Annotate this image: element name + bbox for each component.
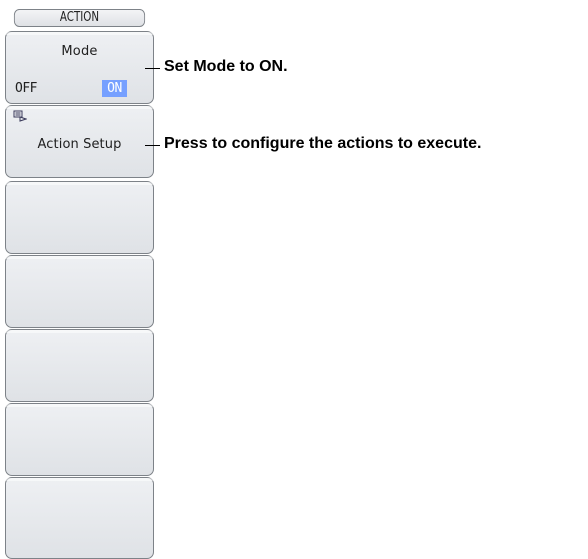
menu-title: ACTION bbox=[13, 9, 146, 27]
empty-softkey-4[interactable] bbox=[5, 403, 154, 476]
empty-softkey-5[interactable] bbox=[5, 477, 154, 559]
empty-softkey-2[interactable] bbox=[5, 255, 154, 328]
action-setup-softkey[interactable]: Action Setup bbox=[5, 105, 154, 178]
empty-softkey-1[interactable] bbox=[5, 181, 154, 254]
submenu-icon bbox=[13, 110, 27, 122]
mode-annotation: Set Mode to ON. bbox=[164, 58, 288, 75]
mode-label: Mode bbox=[61, 44, 98, 59]
mode-option-on-selected: ON bbox=[102, 80, 127, 97]
mode-softkey[interactable]: Mode OFF ON bbox=[5, 31, 154, 104]
action-setup-leader-line bbox=[145, 145, 160, 146]
empty-softkey-3[interactable] bbox=[5, 329, 154, 402]
action-setup-label: Action Setup bbox=[37, 137, 122, 152]
menu-title-text: ACTION bbox=[59, 10, 100, 25]
action-setup-annotation: Press to configure the actions to execut… bbox=[164, 135, 482, 152]
mode-option-off: OFF bbox=[15, 81, 37, 96]
mode-leader-line bbox=[145, 68, 160, 69]
